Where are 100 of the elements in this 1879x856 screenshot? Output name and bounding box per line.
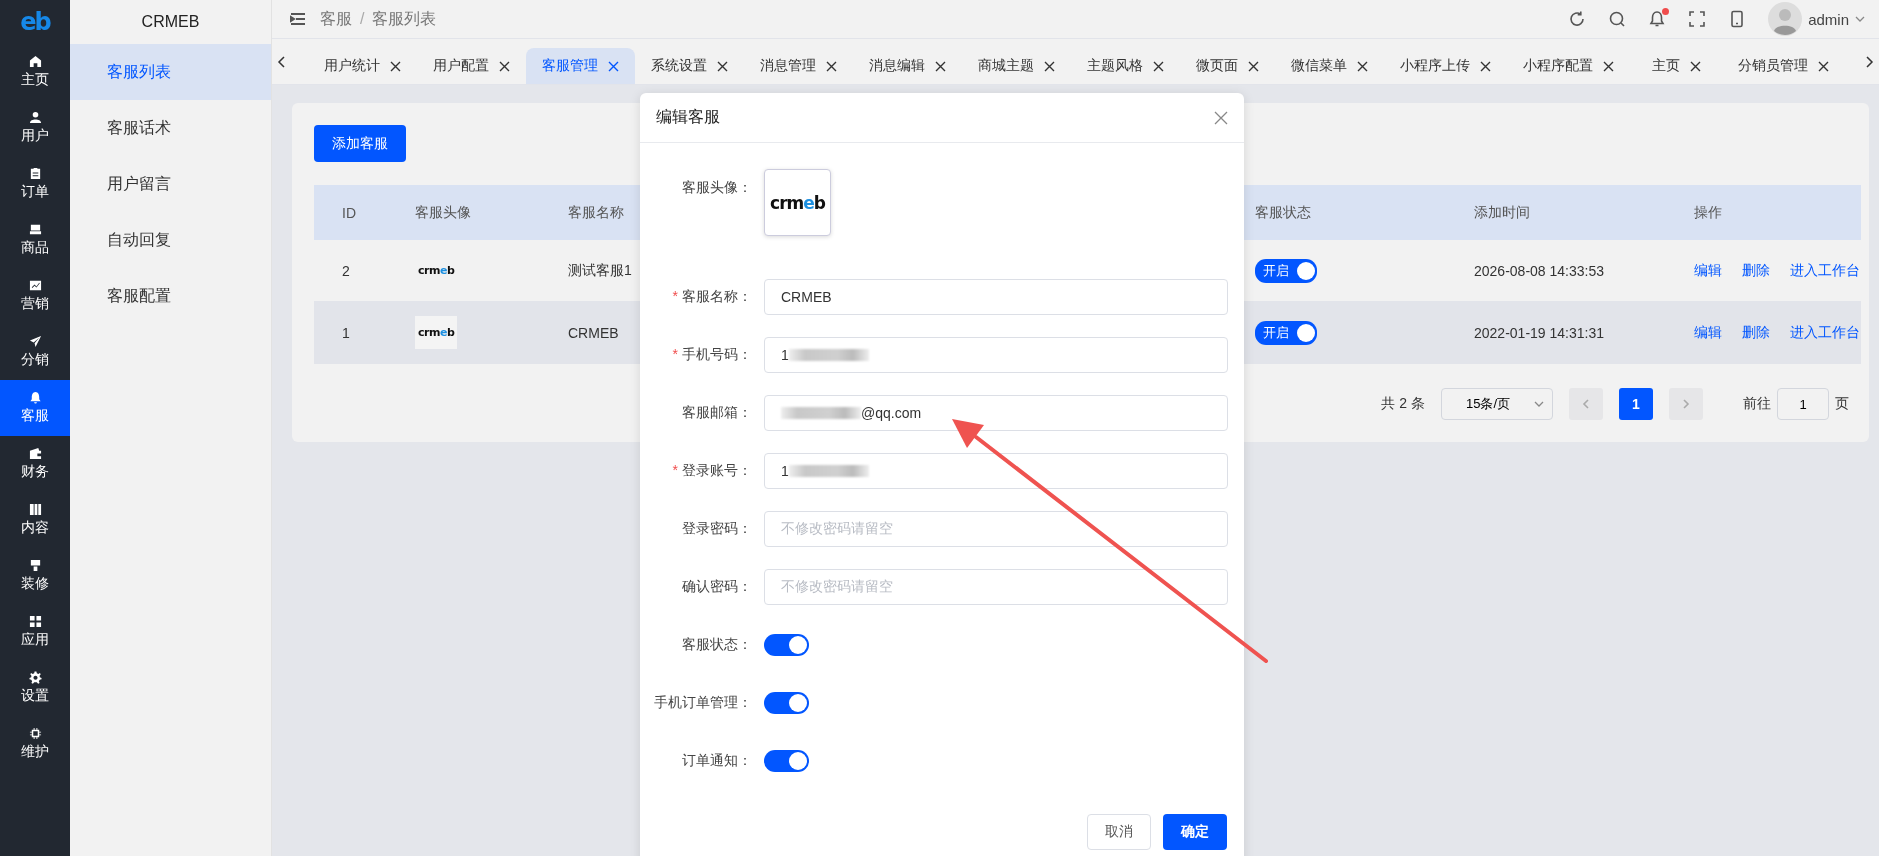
avatar-upload[interactable]: crmeb [764,169,831,236]
submenu-item[interactable]: 客服话术 [70,100,271,156]
tab[interactable]: 用户配置 [417,48,526,84]
chevron-down-icon[interactable] [1855,14,1865,24]
action-link[interactable]: 删除 [1742,261,1770,280]
tab[interactable]: 微页面 [1180,48,1275,84]
home-icon [28,55,42,68]
nav-item[interactable]: 客服 [0,380,70,436]
clipboard-icon [28,167,42,180]
tab[interactable]: 分销员管理 [1722,48,1845,84]
dialog-title: 编辑客服 [656,107,720,127]
close-icon[interactable] [1818,60,1829,72]
nav-item[interactable]: 内容 [0,492,70,548]
book-icon [28,503,42,516]
breadcrumb-separator: / [360,10,365,28]
status-switch[interactable]: 开启 [1255,258,1317,283]
tab[interactable]: 小程序上传 [1384,48,1507,84]
notification-bell-icon[interactable] [1648,10,1667,28]
column-header: 客服名称 [568,203,624,220]
input-field[interactable]: @qq.com [764,395,1228,431]
action-link[interactable]: 进入工作台 [1790,323,1860,342]
user-name[interactable]: admin [1808,10,1849,28]
tab[interactable]: 客服管理 [526,48,635,84]
submenu-item[interactable]: 自动回复 [70,212,271,268]
input-field[interactable]: 1 [764,453,1228,489]
total-count: 共 2 条 [1381,395,1425,413]
tab[interactable]: 商城主题 [962,48,1071,84]
form-label: 确认密码： [681,578,753,596]
action-link[interactable]: 编辑 [1694,261,1722,280]
table-cell: 1 [342,324,350,341]
tray-icon [28,223,42,236]
form-label: * 客服名称： [671,288,753,306]
toggle-switch[interactable] [764,692,809,714]
submenu-title: CRMEB [141,13,200,31]
nav-item[interactable]: 商品 [0,212,70,268]
user-avatar[interactable] [1768,2,1803,36]
tab[interactable]: 用户统计 [308,48,417,84]
nav-item[interactable]: 营销 [0,268,70,324]
fullscreen-icon[interactable] [1688,10,1707,28]
close-icon[interactable] [499,60,510,72]
page-size-select[interactable]: 15条/页 [1441,388,1553,420]
settings-icon [28,671,42,684]
nav-item[interactable]: 订单 [0,156,70,212]
column-header: 操作 [1694,203,1722,220]
close-icon[interactable] [1480,60,1491,72]
action-link[interactable]: 编辑 [1694,323,1722,342]
close-icon[interactable] [717,60,728,72]
close-icon[interactable] [1044,60,1055,72]
nav-item[interactable]: 装修 [0,548,70,604]
nav-item[interactable]: 分销 [0,324,70,380]
toggle-switch[interactable] [764,634,809,656]
nav-item[interactable]: 维护 [0,716,70,772]
page-number[interactable]: 1 [1619,388,1653,420]
tab[interactable]: 小程序配置 [1507,48,1630,84]
nav-item[interactable]: 主页 [0,44,70,100]
close-icon[interactable] [1153,60,1164,72]
form-label: 客服状态： [681,636,753,654]
action-link[interactable]: 删除 [1742,323,1770,342]
table-cell: CRMEB [568,324,619,341]
cancel-button[interactable]: 取消 [1087,814,1151,850]
tab[interactable]: 消息管理 [744,48,853,84]
tab[interactable]: 消息编辑 [853,48,962,84]
app-logo[interactable]: eb [20,8,50,36]
close-icon[interactable] [1248,60,1259,72]
tab[interactable]: 主页 [1630,48,1722,84]
nav-item[interactable]: 应用 [0,604,70,660]
toggle-switch[interactable] [764,750,809,772]
nav-item[interactable]: 财务 [0,436,70,492]
tab[interactable]: 微信菜单 [1275,48,1384,84]
breadcrumb-item[interactable]: 客服列表 [372,8,437,30]
status-switch[interactable]: 开启 [1255,320,1317,345]
chevron-down-icon[interactable] [1534,399,1544,409]
action-link[interactable]: 进入工作台 [1790,261,1860,280]
submenu-item[interactable]: 客服配置 [70,268,271,324]
confirm-button[interactable]: 确定 [1163,814,1227,850]
nav-item[interactable]: 用户 [0,100,70,156]
input-field[interactable]: 1 [764,337,1228,373]
menu-icon[interactable] [290,12,306,26]
input-field[interactable]: CRMEB [764,279,1228,315]
close-icon[interactable] [1357,60,1368,72]
refresh-icon[interactable] [1568,10,1587,28]
field-placeholder: 不修改密码请留空 [781,578,893,596]
table-cell: 2022-01-19 14:31:31 [1474,324,1604,341]
breadcrumb-item[interactable]: 客服 [320,8,352,30]
nav-item[interactable]: 设置 [0,660,70,716]
tab[interactable]: 主题风格 [1071,48,1180,84]
close-icon[interactable] [390,60,401,72]
page-input[interactable]: 1 [1777,388,1829,420]
add-button[interactable]: 添加客服 [314,125,406,162]
close-icon[interactable] [1689,60,1701,72]
submenu-item[interactable]: 用户留言 [70,156,271,212]
search-icon[interactable] [1608,10,1627,28]
tab[interactable]: 系统设置 [635,48,744,84]
field-value: 1 [781,347,789,363]
close-icon[interactable] [1603,60,1614,72]
close-icon[interactable] [826,60,837,72]
wallet-icon [28,447,42,460]
form-label: 客服头像： [681,178,753,197]
close-icon[interactable] [935,60,946,72]
submenu-item[interactable]: 客服列表 [70,44,271,100]
